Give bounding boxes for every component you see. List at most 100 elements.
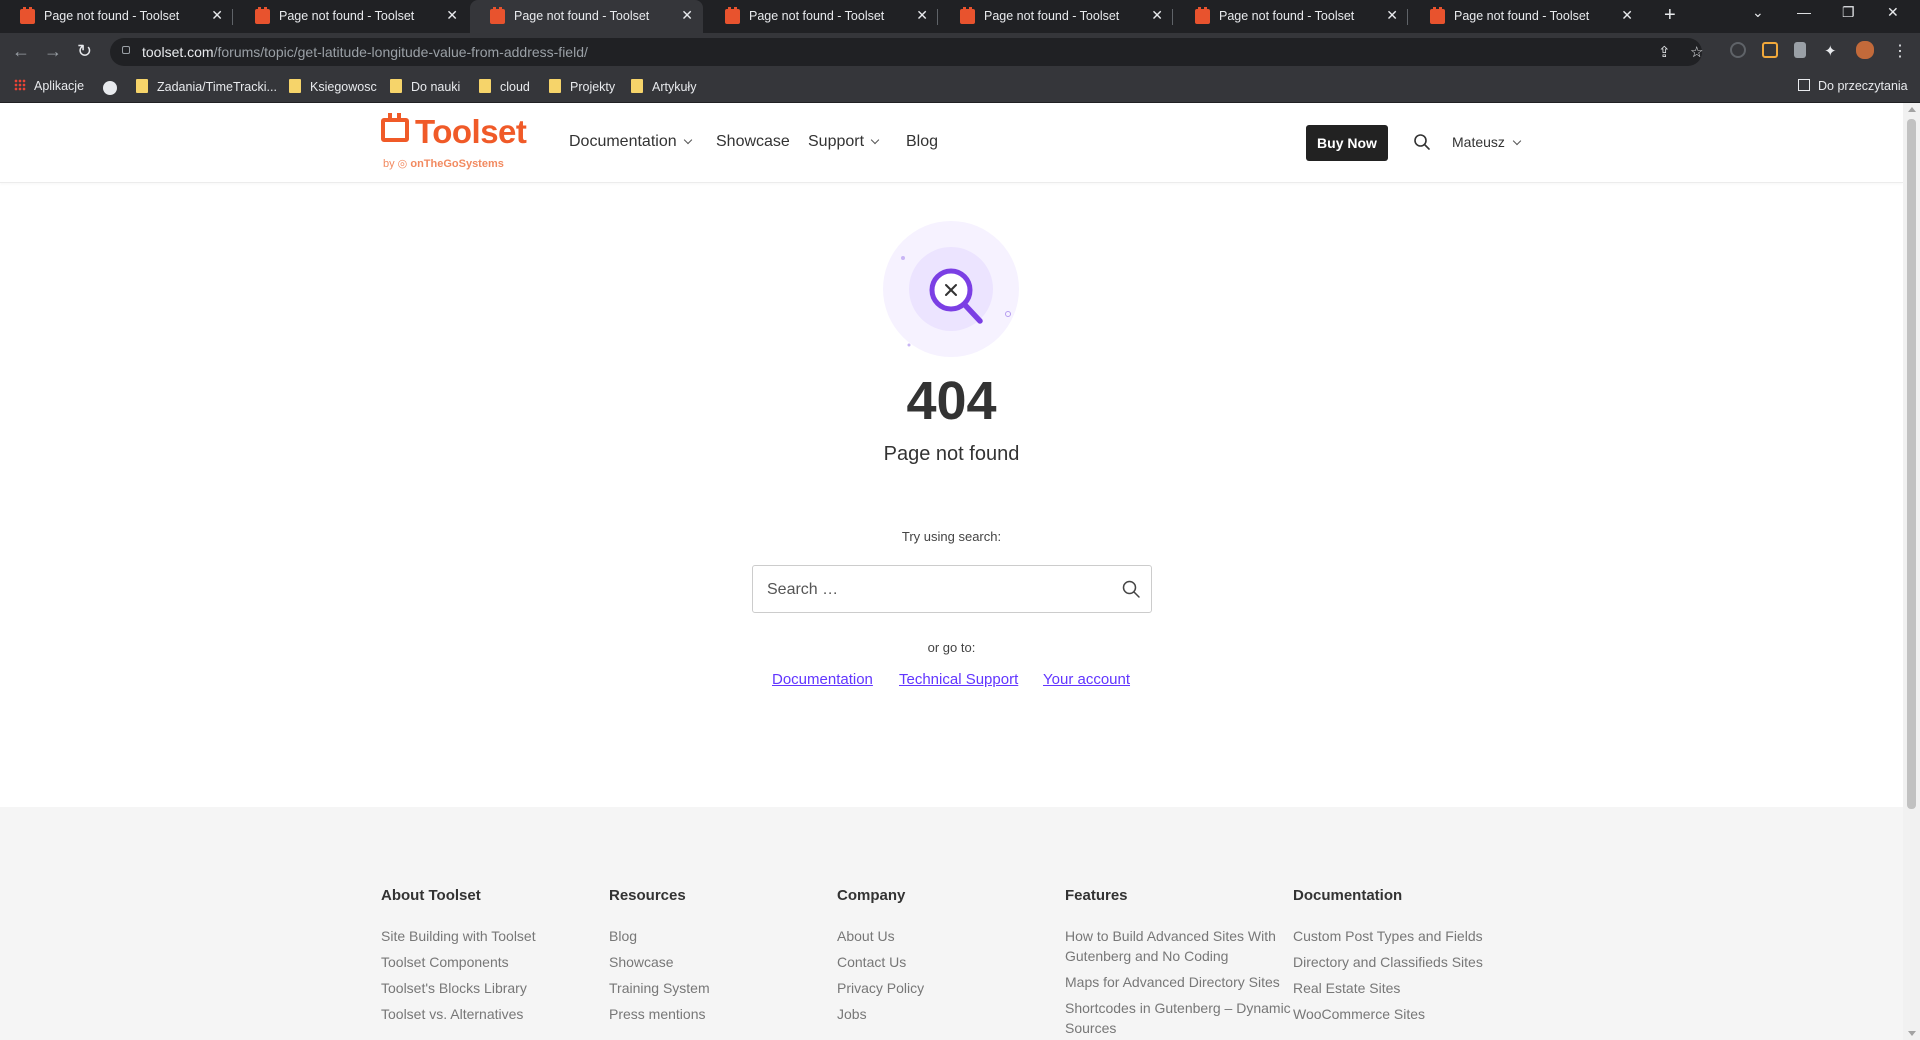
footer-link[interactable]: Press mentions	[609, 1004, 837, 1024]
reload-icon[interactable]: ↻	[77, 41, 92, 62]
folder-icon	[479, 79, 491, 93]
restore-icon[interactable]: ❐	[1842, 4, 1855, 21]
footer-column-resources: Resources Blog Showcase Training System …	[609, 887, 837, 1030]
bookmark-folder[interactable]: Do nauki	[390, 79, 460, 94]
search-icon[interactable]	[1413, 133, 1431, 151]
address-bar[interactable]: toolset.com/forums/topic/get-latitude-lo…	[110, 38, 1703, 66]
footer-link[interactable]: Site Building with Toolset	[381, 926, 609, 946]
footer-link[interactable]: Toolset vs. Alternatives	[381, 1004, 609, 1024]
close-tab-icon[interactable]: ✕	[446, 7, 458, 24]
bookmark-folder[interactable]: Artykuły	[631, 79, 696, 94]
chevron-down-icon	[870, 135, 880, 145]
nav-showcase[interactable]: Showcase	[716, 133, 790, 151]
footer-heading: Resources	[609, 887, 686, 904]
scrollbar-thumb[interactable]	[1907, 119, 1916, 809]
globe-icon[interactable]	[103, 81, 117, 95]
bookmark-folder[interactable]: Ksiegowosc	[289, 79, 377, 94]
close-tab-icon[interactable]: ✕	[1151, 7, 1163, 24]
search-input[interactable]	[767, 578, 1097, 602]
extension-icon[interactable]	[1762, 42, 1778, 58]
footer-link[interactable]: Privacy Policy	[837, 978, 1065, 998]
footer-link[interactable]: Blog	[609, 926, 837, 946]
browser-tab[interactable]: Page not found - Toolset ✕	[940, 0, 1173, 33]
close-tab-icon[interactable]: ✕	[916, 7, 928, 24]
scroll-down-icon[interactable]	[1908, 1031, 1916, 1036]
browser-tab[interactable]: Page not found - Toolset ✕	[0, 0, 233, 33]
folder-icon	[390, 79, 402, 93]
toolset-favicon-icon	[255, 7, 270, 24]
footer-link[interactable]: Toolset's Blocks Library	[381, 978, 609, 998]
tab-title: Page not found - Toolset	[514, 9, 650, 23]
toolset-favicon-icon	[960, 7, 975, 24]
footer-link[interactable]: Maps for Advanced Directory Sites	[1065, 972, 1293, 992]
extensions-puzzle-icon[interactable]: ✦	[1824, 42, 1837, 60]
footer-link[interactable]: Training System	[609, 978, 837, 998]
search-submit-icon[interactable]	[1121, 579, 1141, 599]
close-tab-icon[interactable]: ✕	[1621, 7, 1633, 24]
browser-tab[interactable]: Page not found - Toolset ✕	[235, 0, 468, 33]
footer-heading: Company	[837, 887, 906, 904]
link-technical-support[interactable]: Technical Support	[899, 671, 1018, 688]
link-your-account[interactable]: Your account	[1043, 671, 1130, 688]
reading-list[interactable]: Do przeczytania	[1798, 79, 1908, 93]
footer-link[interactable]: Showcase	[609, 952, 837, 972]
browser-tab[interactable]: Page not found - Toolset ✕	[705, 0, 938, 33]
site-footer: About Toolset Site Building with Toolset…	[0, 807, 1903, 1040]
extension-icon[interactable]	[1794, 42, 1806, 58]
bookmark-star-icon[interactable]: ☆	[1690, 43, 1703, 61]
browser-tab[interactable]: Page not found - Toolset ✕	[1175, 0, 1408, 33]
footer-link[interactable]: Shortcodes in Gutenberg – Dynamic Source…	[1065, 998, 1293, 1038]
bookmark-folder[interactable]: Projekty	[549, 79, 615, 94]
footer-column-features: Features How to Build Advanced Sites Wit…	[1065, 887, 1293, 1040]
toolset-favicon-icon	[490, 7, 505, 24]
browser-chrome: Page not found - Toolset ✕ Page not foun…	[0, 0, 1920, 103]
chevron-down-icon	[1512, 136, 1522, 146]
forward-icon[interactable]: →	[44, 41, 62, 62]
link-documentation[interactable]: Documentation	[772, 671, 873, 688]
user-menu[interactable]: Mateusz	[1452, 134, 1522, 150]
avatar[interactable]	[1856, 41, 1874, 59]
browser-tab[interactable]: Page not found - Toolset ✕	[1410, 0, 1643, 33]
footer-heading: About Toolset	[381, 887, 481, 904]
folder-icon	[631, 79, 643, 93]
footer-column-about: About Toolset Site Building with Toolset…	[381, 887, 609, 1030]
close-tab-icon[interactable]: ✕	[681, 7, 693, 24]
close-tab-icon[interactable]: ✕	[1386, 7, 1398, 24]
new-tab-icon[interactable]: +	[1664, 4, 1676, 27]
bookmark-folder[interactable]: cloud	[479, 79, 530, 94]
web-page: Toolset by ◎ onTheGoSystems Documentatio…	[0, 103, 1903, 1040]
site-header: Toolset by ◎ onTheGoSystems Documentatio…	[0, 103, 1903, 183]
footer-link[interactable]: Toolset Components	[381, 952, 609, 972]
footer-link[interactable]: Directory and Classifieds Sites	[1293, 952, 1521, 972]
extension-icon[interactable]	[1730, 42, 1746, 58]
footer-link[interactable]: Jobs	[837, 1004, 1065, 1024]
scroll-up-icon[interactable]	[1908, 107, 1916, 112]
nav-documentation[interactable]: Documentation	[569, 133, 692, 151]
tab-search-icon[interactable]: ⌄	[1752, 4, 1764, 21]
toolset-favicon-icon	[1195, 7, 1210, 24]
share-icon[interactable]: ⇪	[1658, 43, 1671, 61]
go-to-label: or go to:	[927, 640, 976, 655]
tab-title: Page not found - Toolset	[44, 9, 180, 23]
close-tab-icon[interactable]: ✕	[211, 7, 223, 24]
url-text[interactable]: toolset.com/forums/topic/get-latitude-lo…	[142, 44, 588, 60]
page-scrollbar[interactable]	[1903, 103, 1920, 1040]
menu-icon[interactable]: ⋮	[1892, 41, 1908, 61]
browser-tab-active[interactable]: Page not found - Toolset ✕	[470, 0, 703, 33]
footer-link[interactable]: About Us	[837, 926, 1065, 946]
footer-link[interactable]: How to Build Advanced Sites With Gutenbe…	[1065, 926, 1293, 966]
nav-support[interactable]: Support	[808, 133, 880, 151]
reading-list-icon	[1798, 79, 1810, 91]
bookmark-folder[interactable]: Zadania/TimeTracki...	[136, 79, 277, 94]
footer-link[interactable]: WooCommerce Sites	[1293, 1004, 1521, 1024]
nav-blog[interactable]: Blog	[906, 133, 938, 151]
tab-title: Page not found - Toolset	[749, 9, 885, 23]
close-window-icon[interactable]: ✕	[1887, 4, 1899, 21]
footer-link[interactable]: Contact Us	[837, 952, 1065, 972]
back-icon[interactable]: ←	[12, 41, 30, 62]
minimize-icon[interactable]: —	[1797, 4, 1811, 20]
buy-now-button[interactable]: Buy Now	[1306, 125, 1388, 161]
bookmark-apps[interactable]: Aplikacje	[14, 79, 84, 93]
footer-link[interactable]: Real Estate Sites	[1293, 978, 1521, 998]
footer-link[interactable]: Custom Post Types and Fields	[1293, 926, 1521, 946]
